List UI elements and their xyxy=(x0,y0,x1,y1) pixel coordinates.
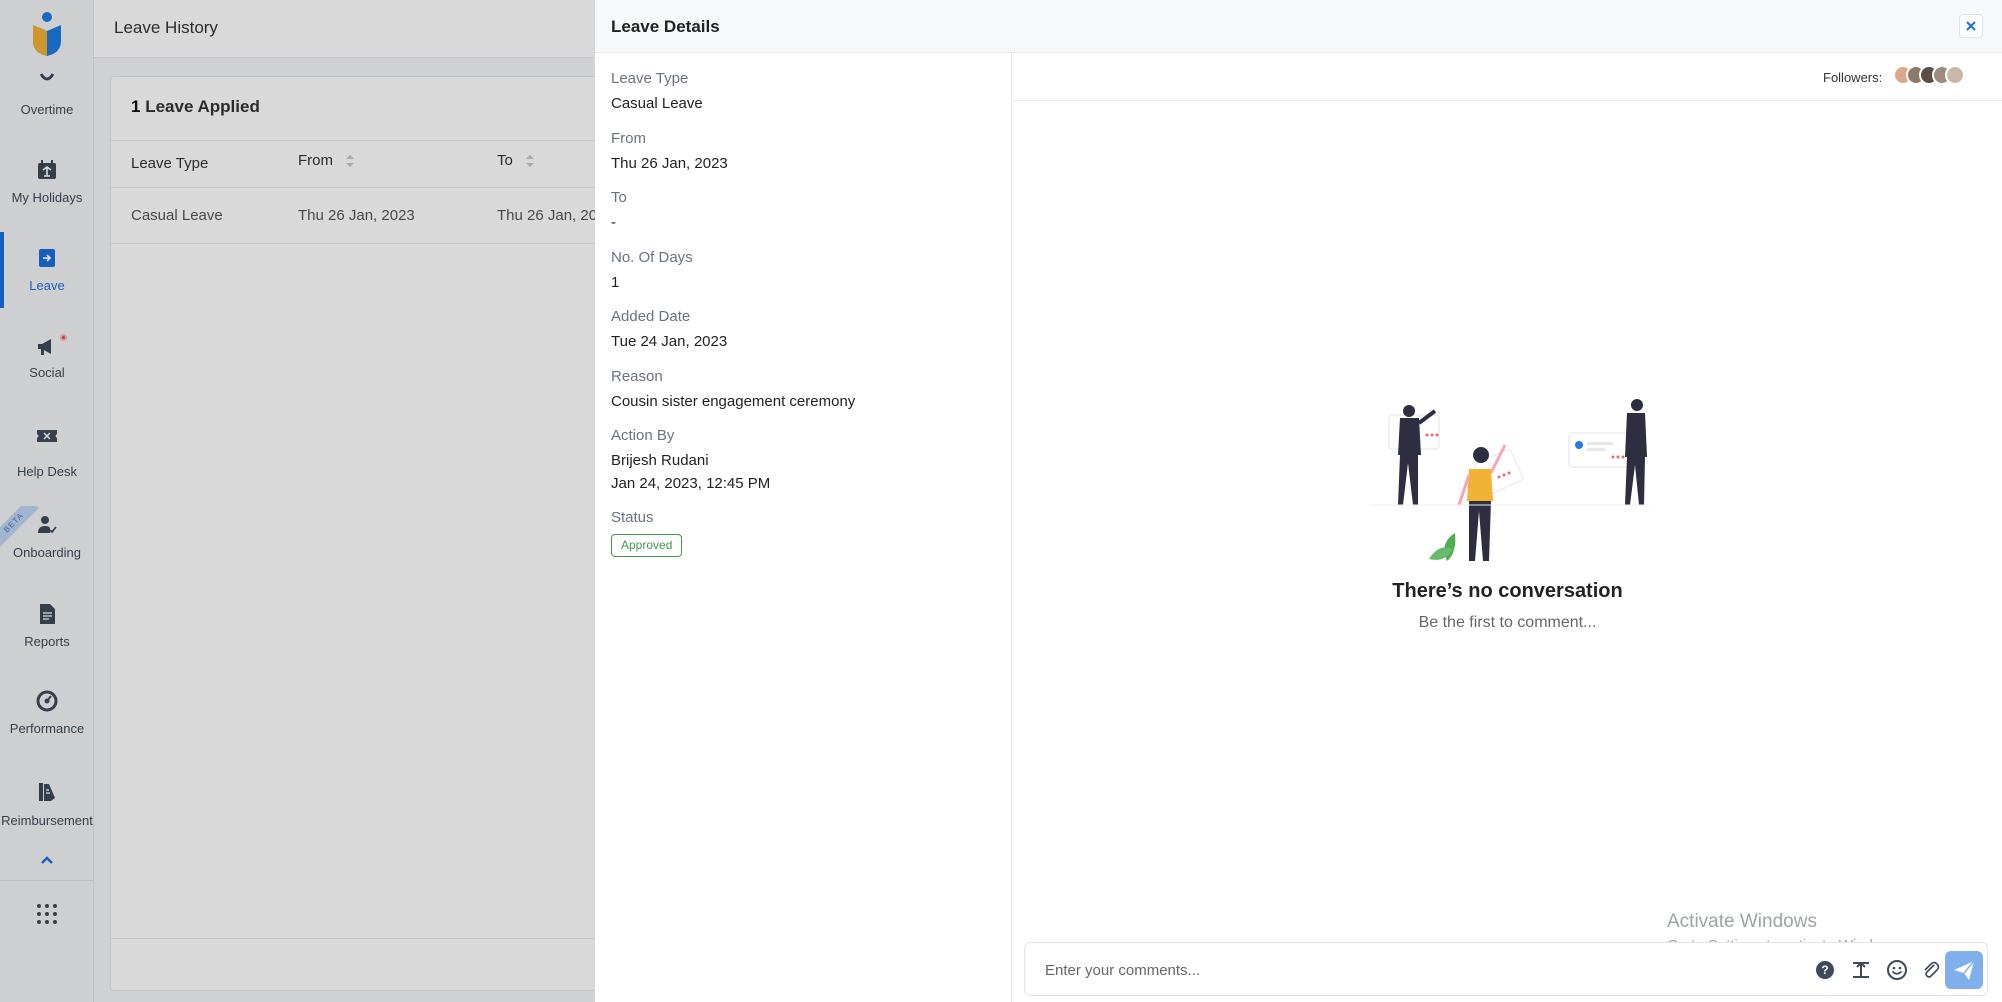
field-value-action-by-time: Jan 24, 2023, 12:45 PM xyxy=(611,475,771,492)
field-label-no-of-days: No. Of Days xyxy=(611,249,693,266)
send-icon xyxy=(1954,960,1975,980)
status-badge: Approved xyxy=(611,534,683,557)
field-label-leave-type: Leave Type xyxy=(611,70,689,87)
send-button[interactable] xyxy=(1945,951,1983,989)
backdrop-overlay[interactable] xyxy=(0,0,595,1002)
field-value-from: Thu 26 Jan, 2023 xyxy=(611,155,728,172)
field-value-no-of-days: 1 xyxy=(611,274,620,291)
windows-activation-watermark: Activate Windows xyxy=(1667,911,1817,932)
field-value-leave-type: Casual Leave xyxy=(611,95,703,112)
field-label-reason: Reason xyxy=(611,368,663,385)
field-label-from: From xyxy=(611,130,646,147)
followers-label: Followers: xyxy=(1823,70,1883,85)
followers-bar: Followers: xyxy=(1013,53,2002,101)
conversation-panel: Followers: There’s no conversation Be th… xyxy=(1013,53,2002,1002)
field-label-action-by: Action By xyxy=(611,427,675,444)
avatar[interactable] xyxy=(1945,65,1965,85)
field-value-reason: Cousin sister engagement ceremony xyxy=(611,393,856,410)
attachment-icon[interactable] xyxy=(1920,959,1942,981)
emoji-icon[interactable] xyxy=(1886,959,1908,981)
leave-details-drawer: Leave Details Leave Type Casual Leave Fr… xyxy=(595,0,2002,1002)
empty-state-subtitle: Be the first to comment... xyxy=(1418,614,1597,631)
close-icon xyxy=(1966,21,1976,31)
svg-text:?: ? xyxy=(1821,963,1828,977)
field-label-added-date: Added Date xyxy=(611,308,691,325)
close-button[interactable] xyxy=(1959,14,1983,38)
details-panel: Leave Type Casual Leave From Thu 26 Jan,… xyxy=(595,53,1012,1002)
empty-state-title: There’s no conversation xyxy=(1392,580,1623,602)
comment-input[interactable] xyxy=(1045,957,1745,983)
field-value-to: - xyxy=(611,214,616,231)
text-format-icon[interactable] xyxy=(1850,959,1872,981)
field-label-to: To xyxy=(611,189,627,206)
comment-box: ? xyxy=(1024,942,1988,996)
drawer-header: Leave Details xyxy=(595,0,2002,53)
field-value-action-by-name: Brijesh Rudani xyxy=(611,452,709,469)
field-label-status: Status xyxy=(611,509,654,526)
field-value-added-date: Tue 24 Jan, 2023 xyxy=(611,333,728,350)
help-icon[interactable]: ? xyxy=(1814,959,1836,981)
drawer-title: Leave Details xyxy=(611,17,720,36)
